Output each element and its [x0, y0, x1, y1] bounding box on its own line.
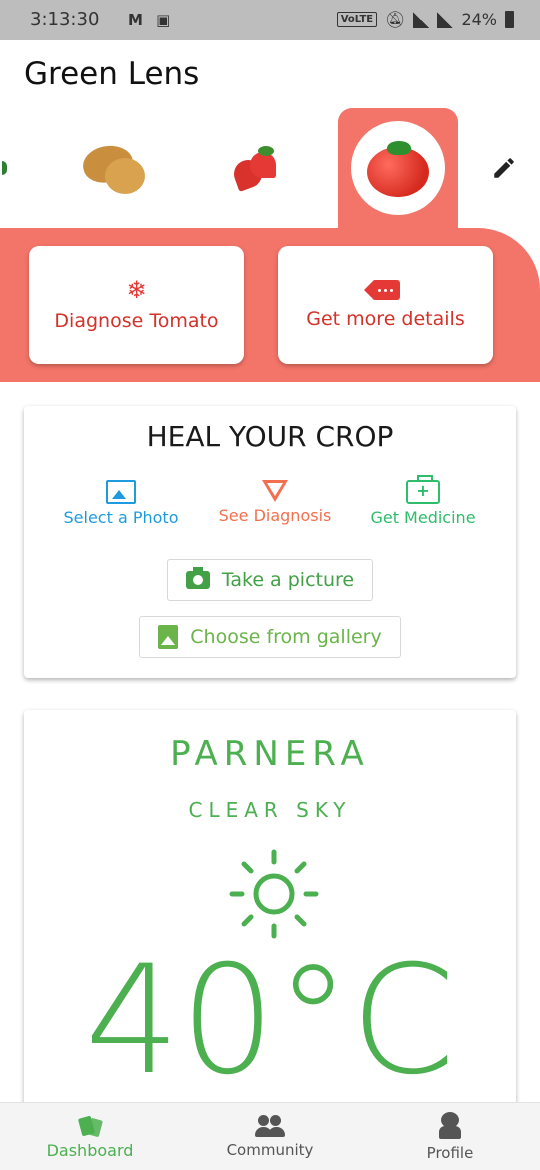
snowflake-icon: ❄ — [126, 276, 147, 304]
heal-steps: Select a Photo See Diagnosis + Get Medic… — [24, 475, 516, 530]
notification-m-icon: M — [128, 11, 143, 29]
step-see-diagnosis: See Diagnosis — [195, 480, 355, 525]
nav-community[interactable]: Community — [180, 1103, 360, 1170]
step-get-medicine: + Get Medicine — [343, 475, 503, 527]
crop-item-potato[interactable] — [72, 108, 152, 228]
crop-item-strawberry[interactable] — [222, 108, 288, 228]
tomato-circle — [351, 121, 445, 215]
network-4g-icon — [437, 11, 454, 28]
tag-icon — [363, 280, 400, 300]
weather-condition: CLEAR SKY — [188, 798, 352, 822]
pencil-icon — [494, 158, 514, 178]
sun-icon — [229, 849, 319, 939]
mute-icon: 🔕︎ — [385, 10, 406, 29]
nav-dashboard[interactable]: Dashboard — [0, 1103, 180, 1170]
crop-selector — [0, 108, 540, 228]
diagnose-button[interactable]: ❄ Diagnose Tomato — [29, 246, 244, 364]
strawberry-icon — [230, 146, 280, 192]
signal-icon — [413, 11, 430, 28]
community-icon — [255, 1115, 285, 1137]
diagnose-label: Diagnose Tomato — [54, 310, 219, 332]
more-details-button[interactable]: Get more details — [278, 246, 493, 364]
nav-label: Community — [226, 1141, 314, 1159]
notification-icons: M ▣ — [128, 11, 178, 29]
step-label: Get Medicine — [370, 508, 476, 527]
weather-location: PARNERA — [170, 734, 370, 774]
heal-crop-card: HEAL YOUR CROP Select a Photo See Diagno… — [24, 406, 516, 678]
bottom-navigation: Dashboard Community Profile — [0, 1102, 540, 1170]
potato-icon — [77, 140, 147, 196]
step-label: Select a Photo — [63, 508, 179, 527]
take-picture-label: Take a picture — [221, 569, 355, 591]
image-notification-icon: ▣ — [156, 11, 171, 29]
status-bar: 3:13:30 M ▣ VoLTE 🔕︎ 24% — [0, 0, 540, 40]
choose-gallery-button[interactable]: Choose from gallery — [139, 616, 401, 658]
weather-temperature: 40°C — [84, 934, 456, 1108]
nav-label: Dashboard — [46, 1140, 134, 1160]
crop-item-partial[interactable] — [0, 108, 8, 228]
tomato-icon — [367, 139, 429, 197]
weather-card: PARNERA CLEAR SKY 40°C — [24, 710, 516, 1170]
battery-icon — [505, 11, 514, 28]
photo-icon — [106, 480, 136, 504]
medical-kit-icon: + — [406, 475, 440, 504]
volte-icon: VoLTE — [336, 12, 378, 27]
dashboard-icon — [78, 1115, 102, 1137]
step-select-photo: Select a Photo — [41, 480, 201, 527]
profile-icon — [438, 1112, 462, 1140]
nav-profile[interactable]: Profile — [360, 1103, 540, 1170]
system-icons: VoLTE 🔕︎ 24% — [336, 10, 514, 29]
crop-action-banner: ❄ Diagnose Tomato Get more details — [0, 228, 540, 382]
edit-crops-button[interactable] — [484, 108, 524, 228]
leaf-icon — [1, 161, 7, 175]
crop-item-tomato-selected[interactable] — [338, 108, 458, 228]
details-label: Get more details — [306, 308, 465, 330]
gallery-icon — [158, 625, 179, 649]
app-title: Green Lens — [24, 56, 200, 92]
step-label: See Diagnosis — [218, 506, 332, 525]
battery-level: 24% — [461, 10, 497, 29]
nav-label: Profile — [426, 1144, 474, 1162]
take-picture-button[interactable]: Take a picture — [167, 559, 373, 601]
triangle-icon — [262, 480, 288, 502]
camera-icon — [185, 567, 210, 589]
heal-title: HEAL YOUR CROP — [146, 420, 394, 453]
status-time: 3:13:30 — [30, 9, 100, 30]
choose-gallery-label: Choose from gallery — [190, 626, 382, 648]
